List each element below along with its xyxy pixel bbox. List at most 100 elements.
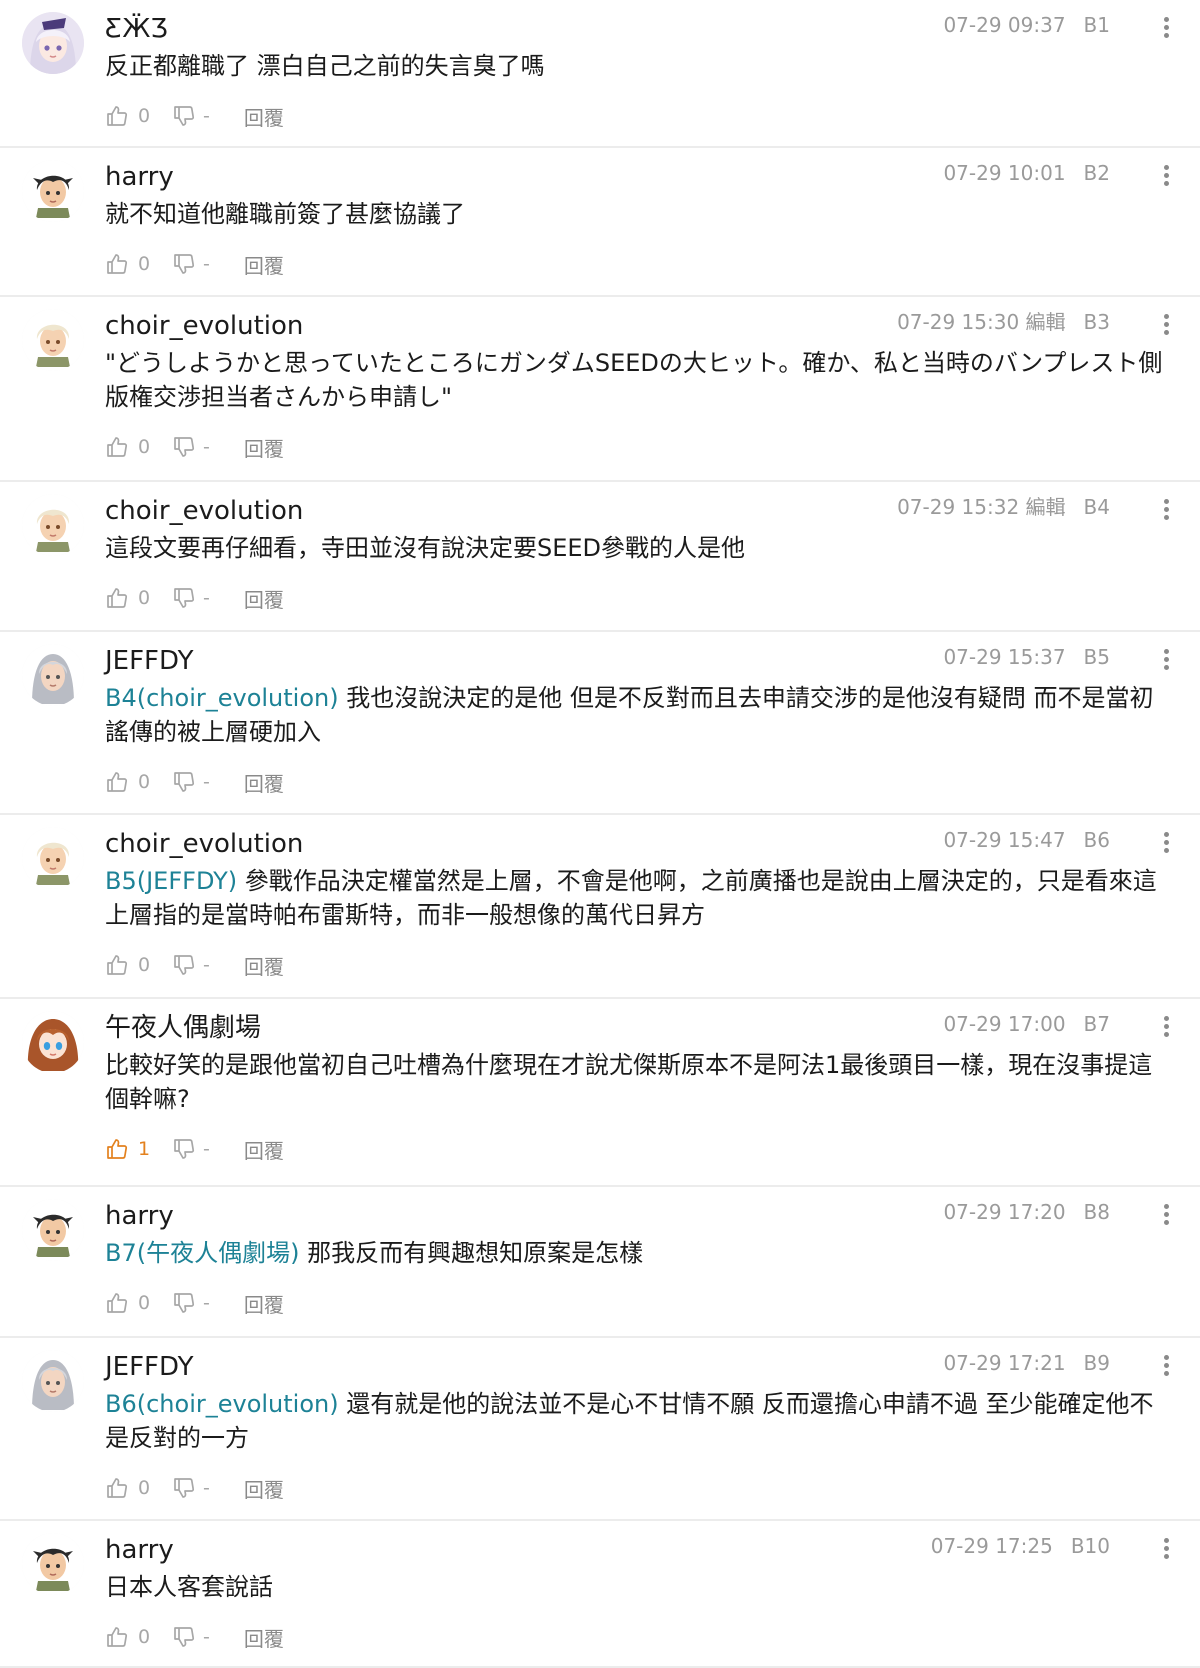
more-options-icon[interactable] <box>1156 311 1176 339</box>
comment-text: "どうしようかと思っていたところにガンダムSEEDの大ヒット。確か、私と当時のバ… <box>105 346 1172 414</box>
dislike-button[interactable]: - <box>172 953 210 977</box>
username[interactable]: harry <box>105 1533 174 1567</box>
avatar[interactable] <box>22 644 84 706</box>
username[interactable]: harry <box>105 1199 174 1233</box>
like-count: 0 <box>138 587 151 609</box>
dislike-button[interactable]: - <box>172 1476 210 1500</box>
reply-button[interactable]: 回覆 <box>244 1623 284 1652</box>
dislike-count: - <box>203 1138 210 1160</box>
more-options-icon[interactable] <box>1156 1535 1176 1563</box>
avatar[interactable] <box>22 1199 84 1261</box>
avatar-image <box>22 160 84 222</box>
like-count: 0 <box>138 253 151 275</box>
like-button[interactable]: 0 <box>105 586 158 610</box>
like-count: 0 <box>138 1477 151 1499</box>
comment-text: B5(JEFFDY) 參戰作品決定權當然是上層，不會是他啊，之前廣播也是說由上層… <box>105 864 1172 932</box>
like-count: 0 <box>138 1626 151 1648</box>
timestamp: 07-29 15:47 <box>943 828 1066 852</box>
thumbs-down-icon <box>172 252 196 276</box>
reply-to-link[interactable]: B6(choir_evolution) <box>105 1390 339 1418</box>
reply-button[interactable]: 回覆 <box>244 584 284 613</box>
like-button[interactable]: 0 <box>105 104 158 128</box>
dislike-button[interactable]: - <box>172 1625 210 1649</box>
avatar[interactable] <box>22 494 84 556</box>
comment-meta: 07-29 15:30 編輯 B3 <box>897 305 1110 339</box>
timestamp: 07-29 17:25 <box>930 1534 1053 1558</box>
timestamp: 07-29 10:01 <box>943 161 1066 185</box>
comment-item: 午夜人偶劇場 07-29 17:00 B7 比較好笑的是跟他當初自己吐槽為什麼現在… <box>0 999 1200 1187</box>
comment-actions: 0 - 回覆 <box>105 99 284 133</box>
username[interactable]: harry <box>105 160 174 194</box>
username[interactable]: JEFFDY <box>105 644 194 678</box>
dislike-count: - <box>203 105 210 127</box>
avatar-image <box>22 827 84 889</box>
username[interactable]: choir_evolution <box>105 309 303 343</box>
like-button[interactable]: 0 <box>105 1291 158 1315</box>
comment-meta: 07-29 15:47 B6 <box>943 823 1110 857</box>
dislike-button[interactable]: - <box>172 435 210 459</box>
more-options-icon[interactable] <box>1156 646 1176 674</box>
dislike-button[interactable]: - <box>172 1137 210 1161</box>
timestamp: 07-29 17:21 <box>943 1351 1066 1375</box>
more-options-icon[interactable] <box>1156 829 1176 857</box>
like-button[interactable]: 0 <box>105 953 158 977</box>
avatar[interactable] <box>22 1011 84 1073</box>
comment-item: JEFFDY 07-29 17:21 B9 B6(choir_evolution)… <box>0 1338 1200 1521</box>
reply-to-link[interactable]: B5(JEFFDY) <box>105 867 237 895</box>
thumbs-up-icon <box>105 1137 129 1161</box>
username[interactable]: choir_evolution <box>105 827 303 861</box>
username[interactable]: JEFFDY <box>105 1350 194 1384</box>
username[interactable]: ƸӜƷ <box>105 12 168 46</box>
reply-button[interactable]: 回覆 <box>244 1474 284 1503</box>
dislike-button[interactable]: - <box>172 770 210 794</box>
comment-text: B4(choir_evolution) 我也沒說決定的是他 但是不反對而且去申請… <box>105 681 1172 749</box>
like-button[interactable]: 0 <box>105 770 158 794</box>
floor-number: B3 <box>1083 310 1110 334</box>
username[interactable]: choir_evolution <box>105 494 303 528</box>
dislike-count: - <box>203 587 210 609</box>
reply-button[interactable]: 回覆 <box>244 951 284 980</box>
more-options-icon[interactable] <box>1156 1013 1176 1041</box>
like-button[interactable]: 0 <box>105 1625 158 1649</box>
avatar[interactable] <box>22 1350 84 1412</box>
thumbs-down-icon <box>172 770 196 794</box>
reply-button[interactable]: 回覆 <box>244 1135 284 1164</box>
more-options-icon[interactable] <box>1156 1201 1176 1229</box>
reply-button[interactable]: 回覆 <box>244 1289 284 1318</box>
like-button[interactable]: 1 <box>105 1137 158 1161</box>
reply-button[interactable]: 回覆 <box>244 102 284 131</box>
dislike-button[interactable]: - <box>172 586 210 610</box>
dislike-count: - <box>203 436 210 458</box>
dislike-button[interactable]: - <box>172 1291 210 1315</box>
reply-button[interactable]: 回覆 <box>244 768 284 797</box>
dislike-button[interactable]: - <box>172 104 210 128</box>
reply-to-link[interactable]: B7(午夜人偶劇場) <box>105 1239 299 1267</box>
comment-text: B6(choir_evolution) 還有就是他的說法並不是心不甘情不願 反而… <box>105 1387 1172 1455</box>
like-button[interactable]: 0 <box>105 1476 158 1500</box>
dislike-count: - <box>203 1477 210 1499</box>
avatar[interactable] <box>22 309 84 371</box>
comment-text: 日本人客套說話 <box>105 1570 1172 1604</box>
reply-button[interactable]: 回覆 <box>244 433 284 462</box>
more-options-icon[interactable] <box>1156 1352 1176 1380</box>
like-button[interactable]: 0 <box>105 435 158 459</box>
thumbs-up-icon <box>105 1625 129 1649</box>
avatar[interactable] <box>22 1533 84 1595</box>
thumbs-down-icon <box>172 953 196 977</box>
more-options-icon[interactable] <box>1156 496 1176 524</box>
more-options-icon[interactable] <box>1156 14 1176 42</box>
avatar[interactable] <box>22 12 84 74</box>
dislike-button[interactable]: - <box>172 252 210 276</box>
avatar-image <box>22 1199 84 1261</box>
floor-number: B7 <box>1083 1012 1110 1036</box>
comment-body: 反正都離職了 漂白自己之前的失言臭了嗎 <box>105 52 545 80</box>
comment-text: B7(午夜人偶劇場) 那我反而有興趣想知原案是怎樣 <box>105 1236 1172 1270</box>
avatar[interactable] <box>22 827 84 889</box>
avatar[interactable] <box>22 160 84 222</box>
more-options-icon[interactable] <box>1156 162 1176 190</box>
username[interactable]: 午夜人偶劇場 <box>105 1011 261 1045</box>
reply-button[interactable]: 回覆 <box>244 250 284 279</box>
like-button[interactable]: 0 <box>105 252 158 276</box>
reply-to-link[interactable]: B4(choir_evolution) <box>105 684 339 712</box>
timestamp: 07-29 09:37 <box>943 13 1066 37</box>
